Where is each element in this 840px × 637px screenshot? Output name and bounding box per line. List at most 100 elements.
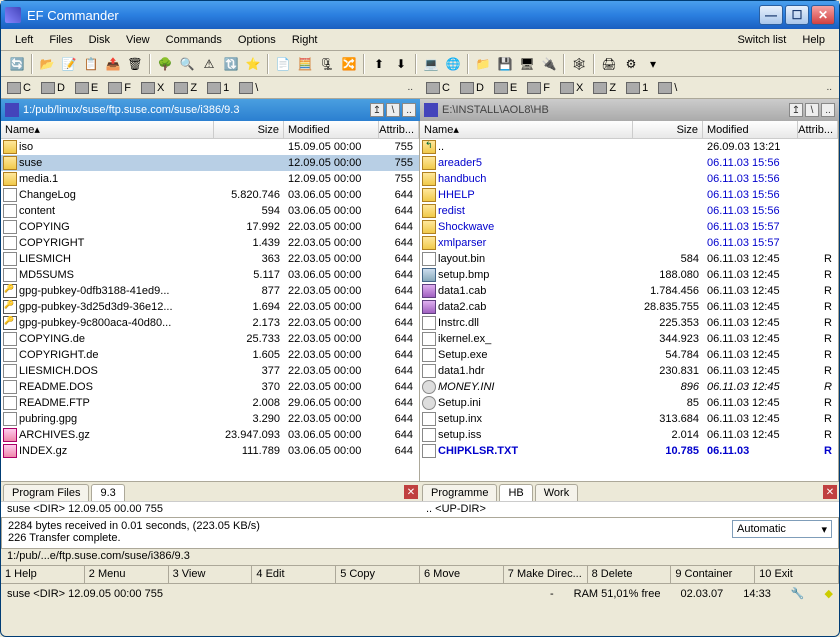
- fnkey[interactable]: 5 Copy: [336, 566, 420, 583]
- file-row[interactable]: iso15.09.05 00:00755: [1, 139, 419, 155]
- drive-X[interactable]: X: [139, 81, 166, 95]
- file-row[interactable]: areader506.11.03 15:56: [420, 155, 838, 171]
- print-icon[interactable]: 🖨: [599, 54, 619, 74]
- encoding-combo[interactable]: Automatic▾: [732, 520, 832, 538]
- newfolder-icon[interactable]: 📁: [473, 54, 493, 74]
- drive-icon[interactable]: 💾: [495, 54, 515, 74]
- drive-F[interactable]: F: [106, 81, 133, 95]
- menu-options[interactable]: Options: [230, 31, 284, 49]
- drive-D[interactable]: D: [458, 81, 486, 95]
- config-icon[interactable]: ⚙: [621, 54, 641, 74]
- left-pathbar[interactable]: 1:/pub/linux/suse/ftp.suse.com/suse/i386…: [1, 99, 420, 121]
- drive-F[interactable]: F: [525, 81, 552, 95]
- screen-icon[interactable]: 🖥: [517, 54, 537, 74]
- dots-icon[interactable]: ..: [823, 82, 835, 93]
- sync-icon[interactable]: 🔃: [221, 54, 241, 74]
- fnkey[interactable]: 1 Help: [1, 566, 85, 583]
- file-row[interactable]: MD5SUMS5.11703.06.05 00:00644: [1, 267, 419, 283]
- file-row[interactable]: gpg-pubkey-3d25d3d9-36e12...1.69422.03.0…: [1, 299, 419, 315]
- col-modified[interactable]: Modified: [284, 121, 379, 138]
- diamond-icon[interactable]: ◆: [825, 587, 833, 600]
- file-row[interactable]: setup.inx313.68406.11.03 12:45R: [420, 411, 838, 427]
- ftp-upload-icon[interactable]: ⬆: [369, 54, 389, 74]
- dots-icon[interactable]: ..: [404, 82, 416, 93]
- ftp-icon[interactable]: 🔌: [539, 54, 559, 74]
- drive-Z[interactable]: Z: [172, 81, 199, 95]
- right-pathbar[interactable]: E:\INSTALL\AOL8\HB ↥\..: [420, 99, 839, 121]
- diff-icon[interactable]: 🔀: [339, 54, 359, 74]
- file-row[interactable]: COPYING17.99222.03.05 00:00644: [1, 219, 419, 235]
- file-row[interactable]: CHIPKLSR.TXT10.78506.11.03R: [420, 443, 838, 459]
- col-name[interactable]: Name ▴: [1, 121, 214, 138]
- file-row[interactable]: Shockwave06.11.03 15:57: [420, 219, 838, 235]
- fnkey[interactable]: 2 Menu: [85, 566, 169, 583]
- delete-icon[interactable]: 🗑: [125, 54, 145, 74]
- file-row[interactable]: ChangeLog5.820.74603.06.05 00:00644: [1, 187, 419, 203]
- fnkey[interactable]: 6 Move: [420, 566, 504, 583]
- file-row[interactable]: gpg-pubkey-0dfb3188-41ed9...87722.03.05 …: [1, 283, 419, 299]
- fnkey[interactable]: 4 Edit: [252, 566, 336, 583]
- file-row[interactable]: setup.iss2.01406.11.03 12:45R: [420, 427, 838, 443]
- titlebar[interactable]: EF Commander — ☐ ✕: [1, 1, 839, 29]
- move-icon[interactable]: 📤: [103, 54, 123, 74]
- file-row[interactable]: suse12.09.05 00:00755: [1, 155, 419, 171]
- archive-icon[interactable]: 🗜: [317, 54, 337, 74]
- tab[interactable]: Program Files: [3, 484, 89, 501]
- file-row[interactable]: LIESMICH36322.03.05 00:00644: [1, 251, 419, 267]
- calc-icon[interactable]: 🧮: [295, 54, 315, 74]
- file-row[interactable]: pubring.gpg3.29022.03.05 00:00644: [1, 411, 419, 427]
- favorite-icon[interactable]: ⭐: [243, 54, 263, 74]
- right-filelist[interactable]: ..26.09.03 13:21areader506.11.03 15:56ha…: [420, 139, 838, 481]
- open-icon[interactable]: 📂: [37, 54, 57, 74]
- file-row[interactable]: ikernel.ex_344.92306.11.03 12:45R: [420, 331, 838, 347]
- col-name[interactable]: Name ▴: [420, 121, 633, 138]
- file-row[interactable]: HHELP06.11.03 15:56: [420, 187, 838, 203]
- menu-disk[interactable]: Disk: [81, 31, 118, 49]
- tab[interactable]: 9.3: [91, 484, 124, 501]
- col-modified[interactable]: Modified: [703, 121, 798, 138]
- file-row[interactable]: gpg-pubkey-9c800aca-40d80...2.17322.03.0…: [1, 315, 419, 331]
- close-button[interactable]: ✕: [811, 5, 835, 25]
- file-row[interactable]: MONEY.INI89606.11.03 12:45R: [420, 379, 838, 395]
- close-tab-icon[interactable]: ✕: [823, 485, 837, 499]
- terminal-icon[interactable]: 💻: [421, 54, 441, 74]
- close-tab-icon[interactable]: ✕: [404, 485, 418, 499]
- file-row[interactable]: handbuch06.11.03 15:56: [420, 171, 838, 187]
- maximize-button[interactable]: ☐: [785, 5, 809, 25]
- tab[interactable]: Work: [535, 484, 578, 501]
- fnkey[interactable]: 9 Container: [671, 566, 755, 583]
- tab[interactable]: HB: [499, 484, 532, 501]
- network-icon[interactable]: 🕸: [569, 54, 589, 74]
- file-row[interactable]: COPYRIGHT1.43922.03.05 00:00644: [1, 235, 419, 251]
- fnkey[interactable]: 10 Exit: [755, 566, 839, 583]
- left-filelist[interactable]: iso15.09.05 00:00755suse12.09.05 00:0075…: [1, 139, 419, 481]
- file-row[interactable]: COPYRIGHT.de1.60522.03.05 00:00644: [1, 347, 419, 363]
- drive-C[interactable]: C: [424, 81, 452, 95]
- up-icon[interactable]: ↥: [789, 103, 803, 117]
- drive-Z[interactable]: Z: [591, 81, 618, 95]
- up-icon[interactable]: ↥: [370, 103, 384, 117]
- menu-left[interactable]: Left: [7, 31, 41, 49]
- menu-files[interactable]: Files: [41, 31, 80, 49]
- file-row[interactable]: ARCHIVES.gz23.947.09303.06.05 00:00644: [1, 427, 419, 443]
- clipboard-icon[interactable]: 📄: [273, 54, 293, 74]
- history-icon[interactable]: ..: [821, 103, 835, 117]
- file-row[interactable]: Setup.ini8506.11.03 12:45R: [420, 395, 838, 411]
- fnkey[interactable]: 3 View: [169, 566, 253, 583]
- file-row[interactable]: content59403.06.05 00:00644: [1, 203, 419, 219]
- file-row[interactable]: Setup.exe54.78406.11.03 12:45R: [420, 347, 838, 363]
- file-row[interactable]: data2.cab28.835.75506.11.03 12:45R: [420, 299, 838, 315]
- menu-right[interactable]: Right: [284, 31, 326, 49]
- file-row[interactable]: README.FTP2.00829.06.05 00:00644: [1, 395, 419, 411]
- menu-help[interactable]: Help: [794, 31, 833, 49]
- tool-icon[interactable]: 🔧: [791, 587, 805, 600]
- down-icon[interactable]: ▾: [643, 54, 663, 74]
- tab[interactable]: Programme: [422, 484, 497, 501]
- drive-E[interactable]: E: [73, 81, 100, 95]
- menu-switch-list[interactable]: Switch list: [729, 31, 794, 49]
- col-attrib[interactable]: Attrib...: [798, 121, 838, 138]
- file-row[interactable]: data1.hdr230.83106.11.03 12:45R: [420, 363, 838, 379]
- col-size[interactable]: Size: [214, 121, 284, 138]
- ftp-download-icon[interactable]: ⬇: [391, 54, 411, 74]
- col-size[interactable]: Size: [633, 121, 703, 138]
